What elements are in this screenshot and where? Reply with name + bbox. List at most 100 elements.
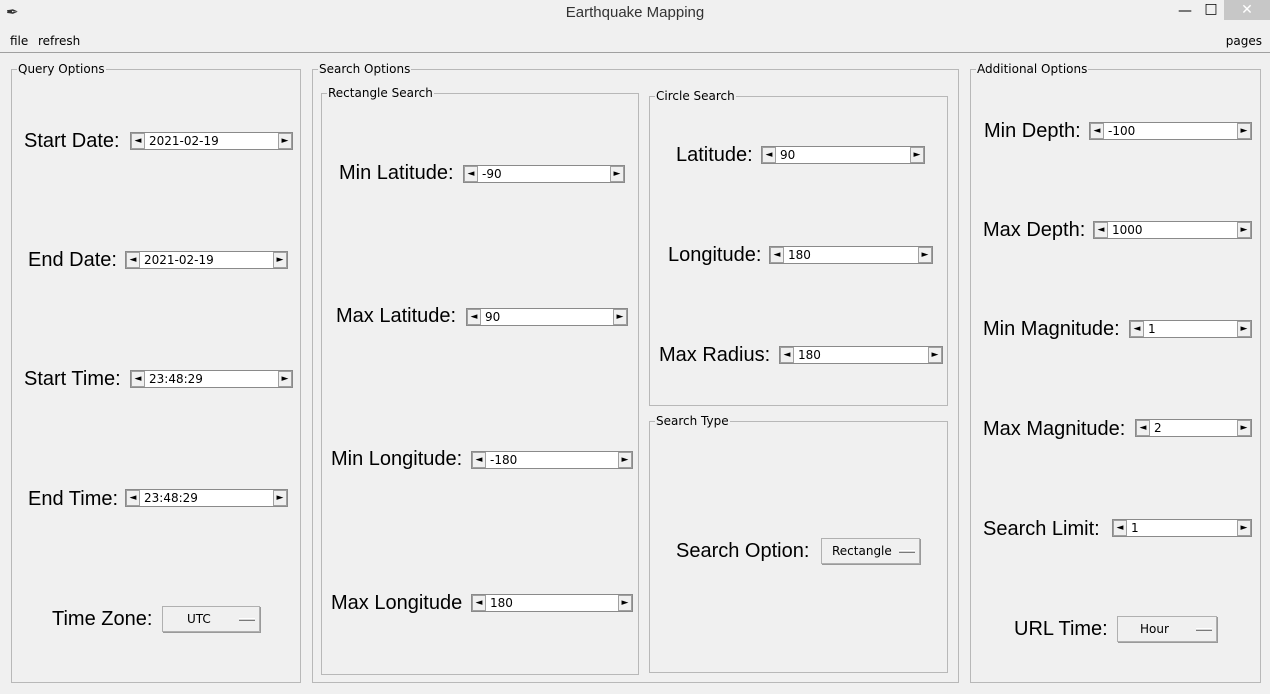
min-longitude-spinbox[interactable]: ◄ -180 ► (471, 451, 633, 469)
longitude-value[interactable]: 180 (788, 248, 811, 263)
max-depth-value[interactable]: 1000 (1112, 223, 1143, 238)
menu-pages[interactable]: pages (1226, 34, 1262, 48)
max-magnitude-label: Max Magnitude: (983, 418, 1126, 440)
max-longitude-spinbox[interactable]: ◄ 180 ► (471, 594, 633, 612)
spin-right-icon[interactable]: ► (918, 247, 932, 263)
max-longitude-label: Max Longitude (331, 592, 463, 614)
spin-right-icon[interactable]: ► (1237, 123, 1251, 139)
start-time-spinbox[interactable]: ◄ 23:48:29 ► (130, 370, 293, 388)
circle-search-title: Circle Search (655, 89, 736, 103)
max-radius-spinbox[interactable]: ◄ 180 ► (779, 346, 943, 364)
end-time-value[interactable]: 23:48:29 (144, 491, 198, 506)
url-time-value[interactable]: Hour (1140, 617, 1169, 641)
spin-right-icon[interactable]: ► (1237, 420, 1251, 436)
spin-left-icon[interactable]: ◄ (131, 371, 145, 387)
spin-left-icon[interactable]: ◄ (1090, 123, 1104, 139)
latitude-spinbox[interactable]: ◄ 90 ► (761, 146, 925, 164)
end-date-spinbox[interactable]: ◄ 2021-02-19 ► (125, 251, 288, 269)
max-magnitude-spinbox[interactable]: ◄ 2 ► (1135, 419, 1252, 437)
min-magnitude-value[interactable]: 1 (1148, 322, 1156, 337)
search-limit-label: Search Limit: (983, 518, 1100, 540)
spin-left-icon[interactable]: ◄ (472, 452, 486, 468)
spin-left-icon[interactable]: ◄ (126, 252, 140, 268)
search-options-title: Search Options (318, 62, 412, 76)
title-bar: ✒ Earthquake Mapping — □ ✕ (0, 0, 1270, 26)
spin-left-icon[interactable]: ◄ (464, 166, 478, 182)
spin-left-icon[interactable]: ◄ (770, 247, 784, 263)
search-option-dropdown[interactable]: Rectangle (821, 538, 920, 564)
min-depth-value[interactable]: -100 (1108, 124, 1135, 139)
minimize-button[interactable]: — (1172, 3, 1198, 23)
rectangle-search-frame: Rectangle Search Min Latitude: ◄ -90 ► M… (321, 86, 639, 675)
min-longitude-value[interactable]: -180 (490, 453, 517, 468)
spin-right-icon[interactable]: ► (613, 309, 627, 325)
longitude-spinbox[interactable]: ◄ 180 ► (769, 246, 933, 264)
max-latitude-value[interactable]: 90 (485, 310, 500, 325)
min-latitude-spinbox[interactable]: ◄ -90 ► (463, 165, 625, 183)
spin-right-icon[interactable]: ► (273, 490, 287, 506)
search-limit-value[interactable]: 1 (1131, 521, 1139, 536)
maximize-button[interactable]: □ (1198, 1, 1224, 21)
search-limit-spinbox[interactable]: ◄ 1 ► (1112, 519, 1252, 537)
max-radius-label: Max Radius: (659, 344, 771, 366)
start-date-label: Start Date: (24, 130, 120, 152)
start-time-value[interactable]: 23:48:29 (149, 372, 203, 387)
latitude-value[interactable]: 90 (780, 148, 795, 163)
start-date-spinbox[interactable]: ◄ 2021-02-19 ► (130, 132, 293, 150)
spin-right-icon[interactable]: ► (1237, 520, 1251, 536)
search-option-value[interactable]: Rectangle (832, 539, 892, 563)
menu-bar: file refresh pages (0, 30, 1270, 53)
spin-left-icon[interactable]: ◄ (131, 133, 145, 149)
spin-right-icon[interactable]: ► (278, 371, 292, 387)
spin-right-icon[interactable]: ► (273, 252, 287, 268)
menu-refresh[interactable]: refresh (38, 34, 80, 48)
dropdown-indicator-icon (899, 550, 915, 553)
spin-right-icon[interactable]: ► (928, 347, 942, 363)
spin-left-icon[interactable]: ◄ (780, 347, 794, 363)
latitude-label: Latitude: (676, 144, 753, 166)
spin-right-icon[interactable]: ► (278, 133, 292, 149)
menu-file[interactable]: file (10, 34, 28, 48)
end-date-value[interactable]: 2021-02-19 (144, 253, 214, 268)
max-depth-label: Max Depth: (983, 219, 1086, 241)
dropdown-indicator-icon (1196, 628, 1212, 631)
max-longitude-value[interactable]: 180 (490, 596, 513, 611)
spin-right-icon[interactable]: ► (618, 595, 632, 611)
spin-right-icon[interactable]: ► (1237, 222, 1251, 238)
min-latitude-value[interactable]: -90 (482, 167, 502, 182)
max-latitude-label: Max Latitude: (336, 305, 457, 327)
end-time-spinbox[interactable]: ◄ 23:48:29 ► (125, 489, 288, 507)
spin-right-icon[interactable]: ► (1237, 321, 1251, 337)
start-date-value[interactable]: 2021-02-19 (149, 134, 219, 149)
dropdown-indicator-icon (239, 618, 255, 621)
close-button[interactable]: ✕ (1224, 0, 1270, 20)
spin-right-icon[interactable]: ► (910, 147, 924, 163)
max-latitude-spinbox[interactable]: ◄ 90 ► (466, 308, 628, 326)
min-depth-spinbox[interactable]: ◄ -100 ► (1089, 122, 1252, 140)
max-radius-value[interactable]: 180 (798, 348, 821, 363)
min-depth-label: Min Depth: (984, 120, 1081, 142)
spin-left-icon[interactable]: ◄ (1113, 520, 1127, 536)
spin-right-icon[interactable]: ► (618, 452, 632, 468)
spin-left-icon[interactable]: ◄ (126, 490, 140, 506)
additional-options-title: Additional Options (976, 62, 1089, 76)
time-zone-dropdown[interactable]: UTC (162, 606, 260, 632)
spin-left-icon[interactable]: ◄ (472, 595, 486, 611)
max-depth-spinbox[interactable]: ◄ 1000 ► (1093, 221, 1252, 239)
search-type-frame: Search Type Search Option: Rectangle (649, 414, 948, 673)
spin-left-icon[interactable]: ◄ (1094, 222, 1108, 238)
circle-search-frame: Circle Search Latitude: ◄ 90 ► Longitude… (649, 89, 948, 406)
url-time-dropdown[interactable]: Hour (1117, 616, 1217, 642)
max-magnitude-value[interactable]: 2 (1154, 421, 1162, 436)
time-zone-value[interactable]: UTC (187, 607, 211, 631)
spin-left-icon[interactable]: ◄ (467, 309, 481, 325)
spin-left-icon[interactable]: ◄ (1136, 420, 1150, 436)
spin-left-icon[interactable]: ◄ (762, 147, 776, 163)
spin-right-icon[interactable]: ► (610, 166, 624, 182)
search-option-label: Search Option: (676, 540, 810, 562)
min-magnitude-spinbox[interactable]: ◄ 1 ► (1129, 320, 1252, 338)
time-zone-label: Time Zone: (52, 608, 153, 630)
spin-left-icon[interactable]: ◄ (1130, 321, 1144, 337)
longitude-label: Longitude: (668, 244, 762, 266)
search-options-frame: Search Options Rectangle Search Min Lati… (312, 62, 959, 683)
